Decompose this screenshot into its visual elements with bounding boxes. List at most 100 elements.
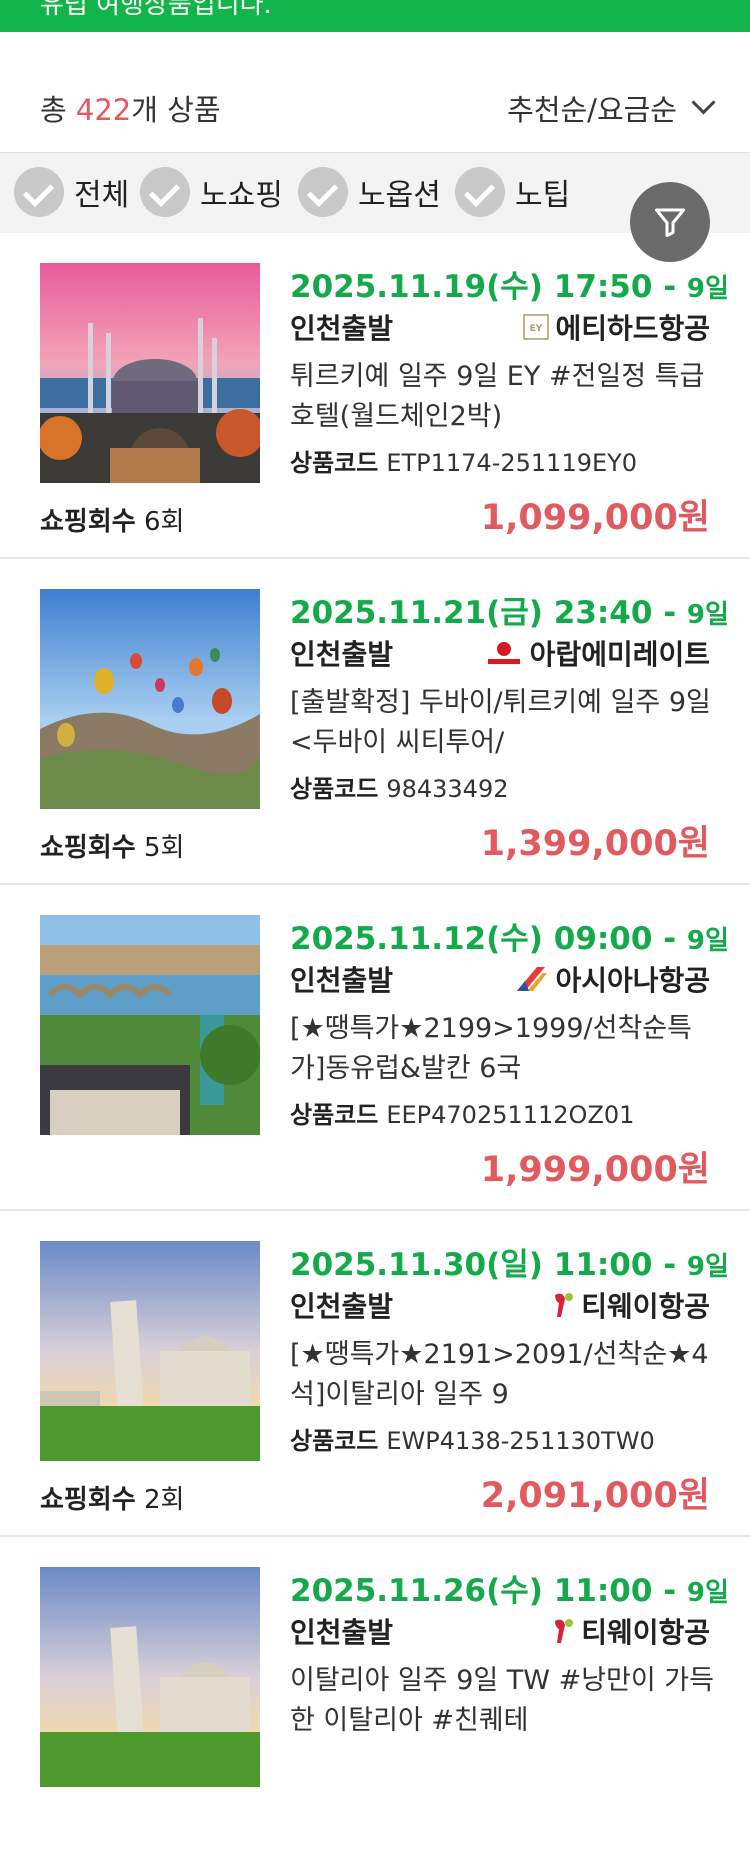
chevron-down-icon	[691, 89, 716, 115]
total-prefix: 총	[40, 93, 76, 127]
departure-date: 2025.11.21(금) 23:40 - 9일	[290, 587, 729, 632]
product-code-value: EWP4138-251130TW0	[386, 1427, 655, 1455]
product-name[interactable]: [출발확정] 두바이/튀르키예 일주 9일 <두바이 씨티투어/	[290, 683, 720, 763]
product-code: 상품코드 ETP1174-251119EY0	[290, 443, 637, 478]
shopping-label: 쇼핑회수	[40, 833, 136, 863]
top-banner: 유럽 여행상품입니다.	[0, 0, 750, 32]
airline-name: 아시아나항공	[555, 964, 710, 997]
asiana-logo-icon	[515, 965, 549, 993]
product-name[interactable]: [★땡특가★2199>1999/선착순특가]동유럽&발칸 6국	[290, 1009, 720, 1089]
airline: 아랍에미레이트	[484, 633, 710, 673]
airline-name: 티웨이항공	[581, 1290, 710, 1323]
trip-days: 9일	[686, 600, 729, 630]
check-icon	[140, 167, 190, 217]
airline: 아시아나항공	[515, 959, 710, 999]
shopping-count: 쇼핑회수 5회	[40, 827, 184, 864]
product-code-label: 상품코드	[290, 1427, 379, 1455]
shopping-value: 2회	[143, 1485, 185, 1515]
airline: EY 에티하드항공	[523, 307, 710, 347]
date-text: 2025.11.12(수) 09:00 -	[290, 921, 687, 957]
product-code: 상품코드 98433492	[290, 769, 508, 804]
airline-name: 아랍에미레이트	[529, 638, 710, 671]
product-image[interactable]	[40, 589, 260, 809]
product-code: 상품코드 EEP470251112OZ01	[290, 1095, 634, 1130]
shopping-count: 쇼핑회수 6회	[40, 501, 184, 538]
trip-days: 9일	[686, 1252, 729, 1282]
etihad-logo-icon: EY	[523, 314, 550, 340]
product-card[interactable]: 쇼핑회수 2회 2025.11.30(일) 11:00 - 9일 인천출발 티웨…	[0, 1211, 750, 1537]
product-image[interactable]	[40, 1567, 260, 1787]
departure-date: 2025.11.26(수) 11:00 - 9일	[290, 1565, 729, 1610]
product-name[interactable]: [★땡특가★2191>2091/선착순★4석]이탈리아 일주 9	[290, 1335, 720, 1415]
filter-chip-no-tip[interactable]: 노팁	[455, 167, 570, 217]
sort-dropdown[interactable]: 추천순/요금순	[507, 87, 716, 129]
product-card[interactable]: 2025.11.26(수) 11:00 - 9일 인천출발 티웨이항공 이탈리아…	[0, 1537, 750, 1861]
product-image[interactable]	[40, 263, 260, 483]
filter-button[interactable]	[630, 182, 710, 262]
trip-days: 9일	[686, 274, 729, 304]
total-count: 총 422개 상품	[40, 87, 221, 129]
airline-name: 에티하드항공	[555, 312, 710, 345]
tway-logo-icon	[551, 1291, 575, 1319]
shopping-count: 쇼핑회수 2회	[40, 1479, 184, 1516]
product-price: 1,099,000원	[480, 498, 710, 538]
departure-date: 2025.11.12(수) 09:00 - 9일	[290, 913, 729, 958]
departure-city: 인천출발	[290, 638, 394, 671]
product-name[interactable]: 이탈리아 일주 9일 TW #낭만이 가득한 이탈리아 #친퀘테	[290, 1661, 720, 1741]
filter-chip-label: 전체	[74, 178, 130, 213]
date-text: 2025.11.30(일) 11:00 -	[290, 1247, 687, 1283]
filter-chip-label: 노쇼핑	[200, 178, 283, 213]
product-code-label: 상품코드	[290, 449, 379, 477]
departure-date: 2025.11.19(수) 17:50 - 9일	[290, 261, 729, 306]
tway-logo-icon	[551, 1617, 575, 1645]
departure-city: 인천출발	[290, 312, 394, 345]
product-code-value: 98433492	[386, 775, 509, 803]
date-text: 2025.11.26(수) 11:00 -	[290, 1573, 687, 1609]
product-image[interactable]	[40, 1241, 260, 1461]
trip-days: 9일	[686, 926, 729, 956]
shopping-value: 6회	[143, 507, 185, 537]
airline: 티웨이항공	[551, 1611, 710, 1651]
total-count-value: 422	[75, 93, 132, 127]
departure-city: 인천출발	[290, 1290, 394, 1323]
filter-chip-label: 노옵션	[358, 178, 441, 213]
product-price: 1,999,000원	[480, 1150, 710, 1190]
departure-city: 인천출발	[290, 964, 394, 997]
funnel-icon	[655, 208, 685, 237]
svg-text:EY: EY	[530, 324, 543, 334]
emirates-logo-icon	[484, 639, 524, 667]
product-code-label: 상품코드	[290, 775, 379, 803]
date-text: 2025.11.19(수) 17:50 -	[290, 269, 687, 305]
trip-days: 9일	[686, 1578, 729, 1608]
product-code: 상품코드 EWP4138-251130TW0	[290, 1421, 655, 1456]
filter-chip-label: 노팁	[515, 178, 571, 213]
product-image[interactable]	[40, 915, 260, 1135]
product-code-label: 상품코드	[290, 1101, 379, 1129]
date-text: 2025.11.21(금) 23:40 -	[290, 595, 687, 631]
product-name[interactable]: 튀르키예 일주 9일 EY #전일정 특급호텔(월드체인2박)	[290, 357, 720, 437]
check-icon	[298, 167, 348, 217]
product-price: 2,091,000원	[480, 1476, 710, 1516]
banner-text: 유럽 여행상품입니다.	[40, 0, 272, 20]
departure-date: 2025.11.30(일) 11:00 - 9일	[290, 1239, 729, 1284]
summary-bar: 총 422개 상품 추천순/요금순	[0, 32, 750, 153]
airline-name: 티웨이항공	[581, 1616, 710, 1649]
product-card[interactable]: 쇼핑회수 6회 2025.11.19(수) 17:50 - 9일 인천출발 EY…	[0, 233, 750, 559]
shopping-value: 5회	[143, 833, 185, 863]
product-code-value: ETP1174-251119EY0	[386, 449, 638, 477]
shopping-label: 쇼핑회수	[40, 1485, 136, 1515]
product-card[interactable]: 쇼핑회수 5회 2025.11.21(금) 23:40 - 9일 인천출발 아랍…	[0, 559, 750, 885]
check-icon	[14, 167, 64, 217]
product-price: 1,399,000원	[480, 824, 710, 864]
shopping-label: 쇼핑회수	[40, 507, 136, 537]
airline: 티웨이항공	[551, 1285, 710, 1325]
filter-chip-all[interactable]: 전체	[14, 167, 129, 217]
product-card[interactable]: 2025.11.12(수) 09:00 - 9일 인천출발 아시아나항공 [★땡…	[0, 885, 750, 1211]
departure-city: 인천출발	[290, 1616, 394, 1649]
total-suffix: 개 상품	[131, 93, 221, 127]
filter-chip-no-shopping[interactable]: 노쇼핑	[140, 167, 283, 217]
product-code-value: EEP470251112OZ01	[386, 1101, 635, 1129]
sort-label: 추천순/요금순	[507, 93, 677, 127]
check-icon	[455, 167, 505, 217]
filter-chip-no-option[interactable]: 노옵션	[298, 167, 441, 217]
